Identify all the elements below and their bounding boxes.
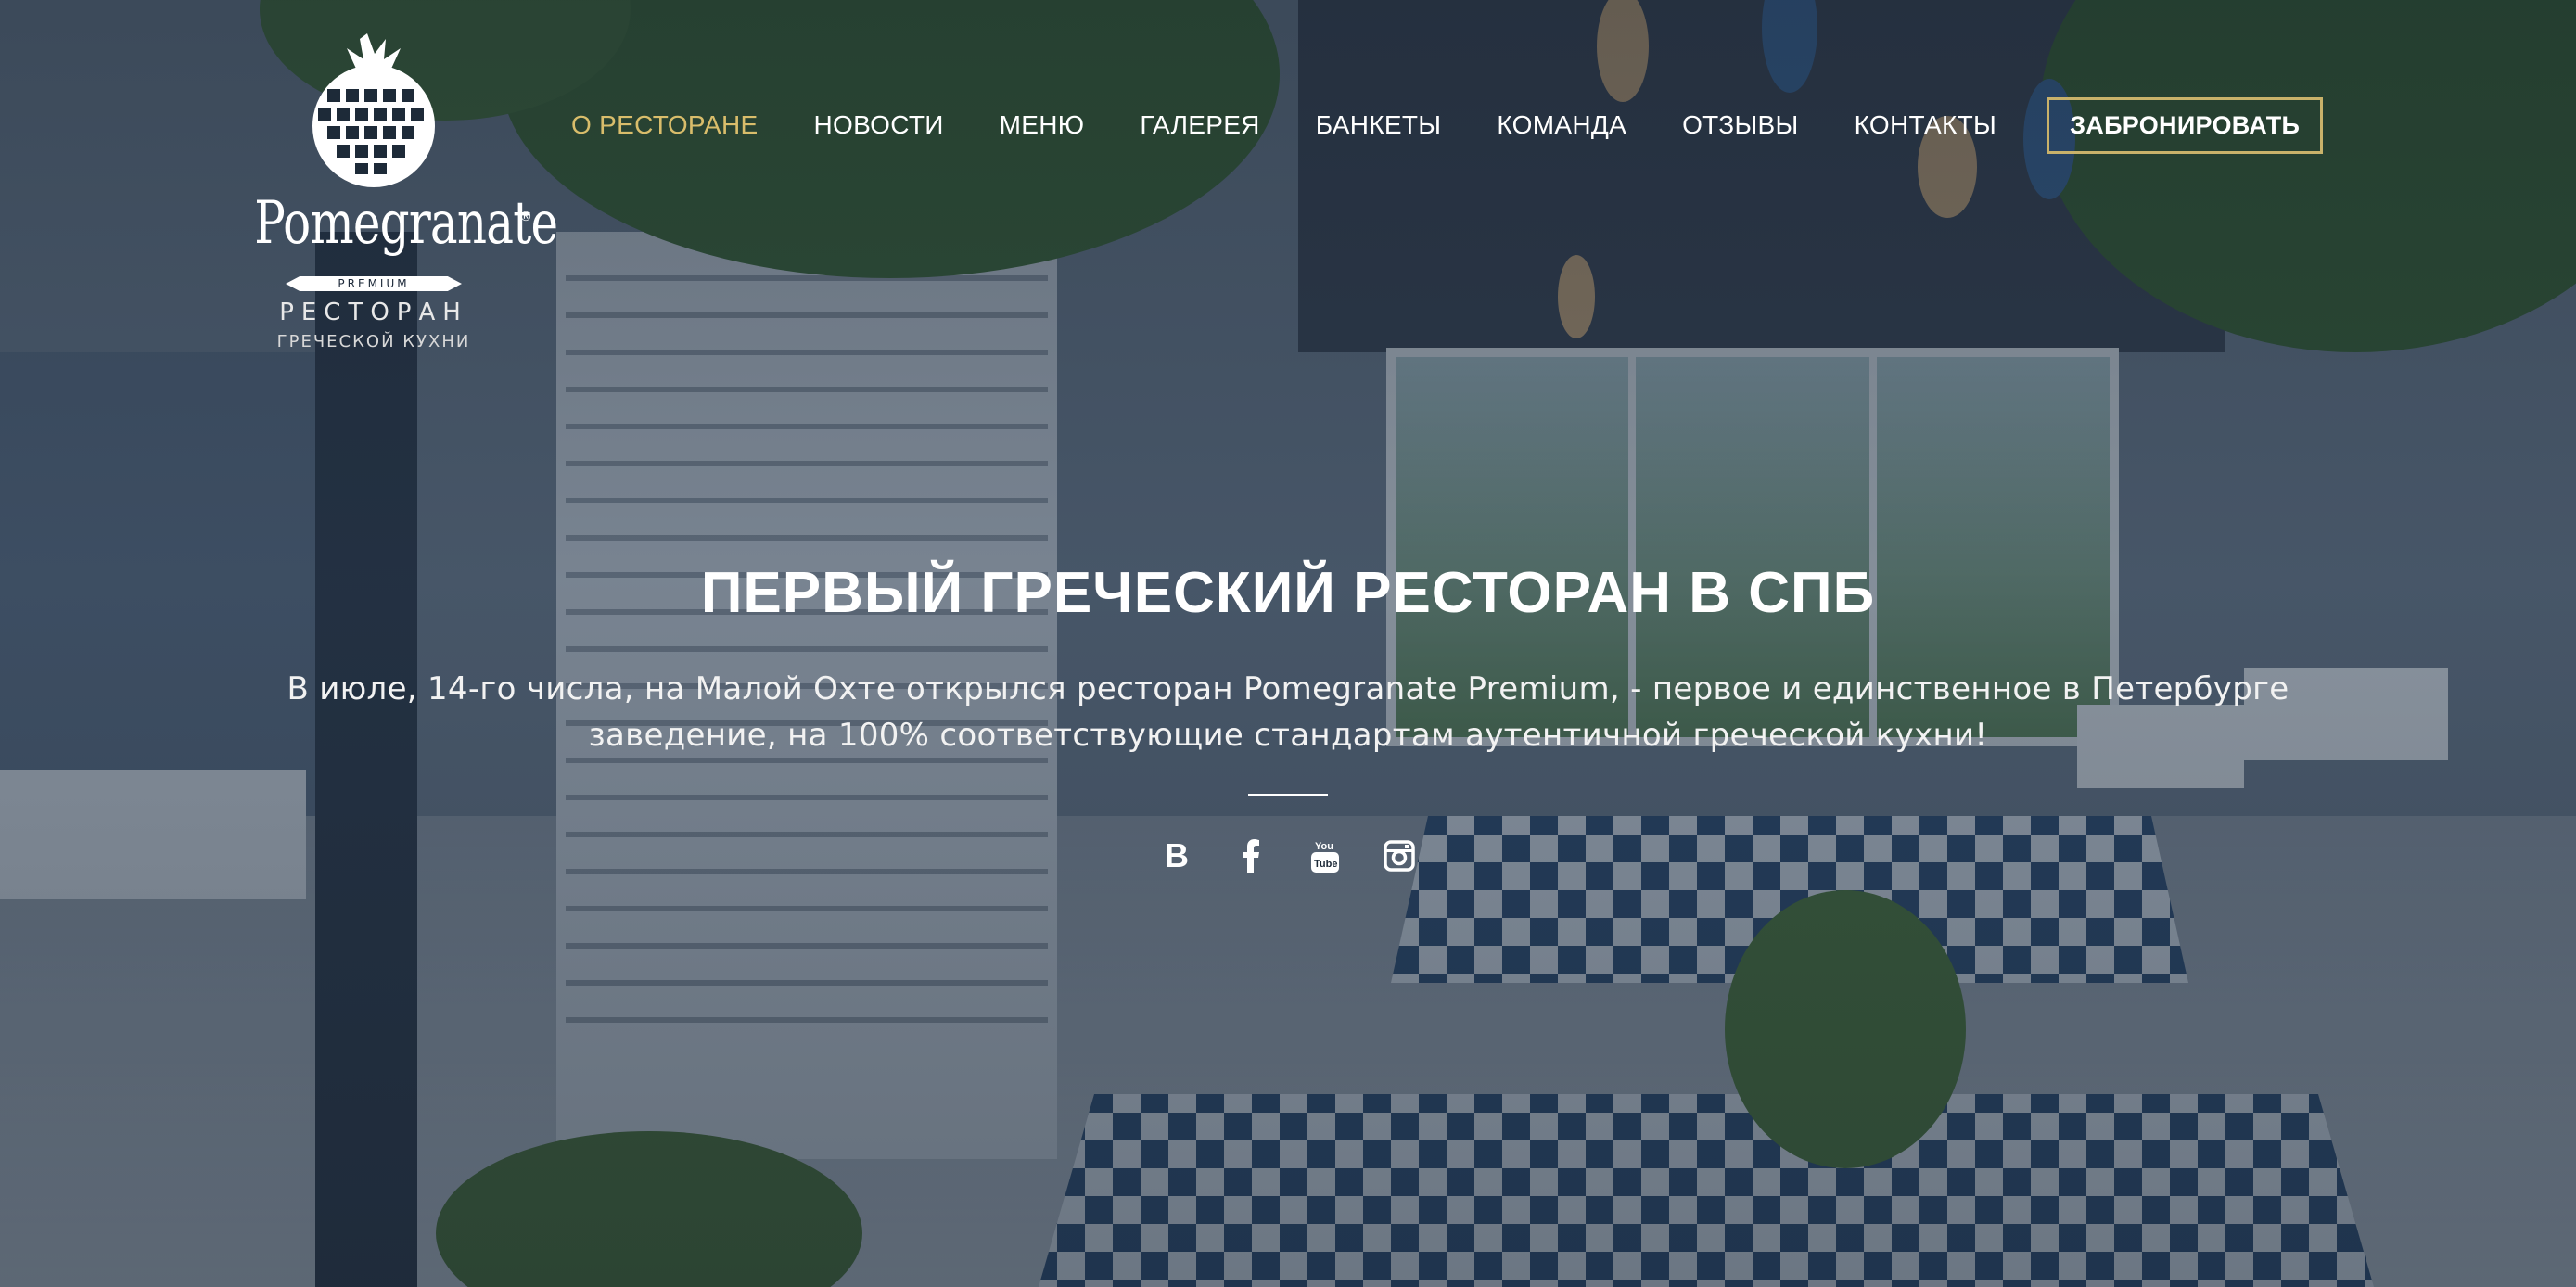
brand-logo[interactable]: Pomegranate ® PREMIUM РЕСТОРАН ГРЕЧЕСКОЙ… [221,33,558,351]
facebook-icon[interactable] [1234,839,1268,873]
nav-item-news[interactable]: НОВОСТИ [814,110,944,140]
hero-title: ПЕРВЫЙ ГРЕЧЕСКИЙ РЕСТОРАН В СПБ [700,561,1876,625]
book-table-button[interactable]: ЗАБРОНИРОВАТЬ [2047,96,2324,154]
brand-wordmark: Pomegranate [254,189,558,258]
nav-item-banquets[interactable]: БАНКЕТЫ [1316,110,1442,140]
nav-item-reviews[interactable]: ОТЗЫВЫ [1682,110,1799,140]
hero-divider [1248,794,1328,796]
svg-text:Tube: Tube [1314,859,1337,870]
hero-description: В июле, 14-го числа, на Малой Охте откры… [287,670,2289,754]
brand-subtitle-restaurant: РЕСТОРАН [279,299,468,326]
youtube-icon[interactable]: You Tube [1308,839,1342,873]
brand-premium-ribbon: PREMIUM [286,276,462,291]
vk-icon[interactable]: B [1160,839,1193,873]
page: Pomegranate ® PREMIUM РЕСТОРАН ГРЕЧЕСКОЙ… [0,0,2576,1287]
main-navigation: О РЕСТОРАНЕ НОВОСТИ МЕНЮ ГАЛЕРЕЯ БАНКЕТЫ… [571,96,2324,154]
brand-subtitle-cuisine: ГРЕЧЕСКОЙ КУХНИ [276,332,471,351]
registered-mark: ® [519,210,532,224]
pomegranate-logo-icon [312,33,435,187]
svg-text:You: You [1315,841,1333,852]
nav-item-gallery[interactable]: ГАЛЕРЕЯ [1140,110,1259,140]
hero-section: ПЕРВЫЙ ГРЕЧЕСКИЙ РЕСТОРАН В СПБ В июле, … [0,556,2576,873]
nav-item-contacts[interactable]: КОНТАКТЫ [1855,110,1996,140]
instagram-icon[interactable] [1383,839,1416,873]
nav-item-about[interactable]: О РЕСТОРАНЕ [571,110,759,140]
nav-item-team[interactable]: КОМАНДА [1497,110,1626,140]
social-links: B You Tube [0,839,2576,873]
nav-item-menu[interactable]: МЕНЮ [1000,110,1085,140]
